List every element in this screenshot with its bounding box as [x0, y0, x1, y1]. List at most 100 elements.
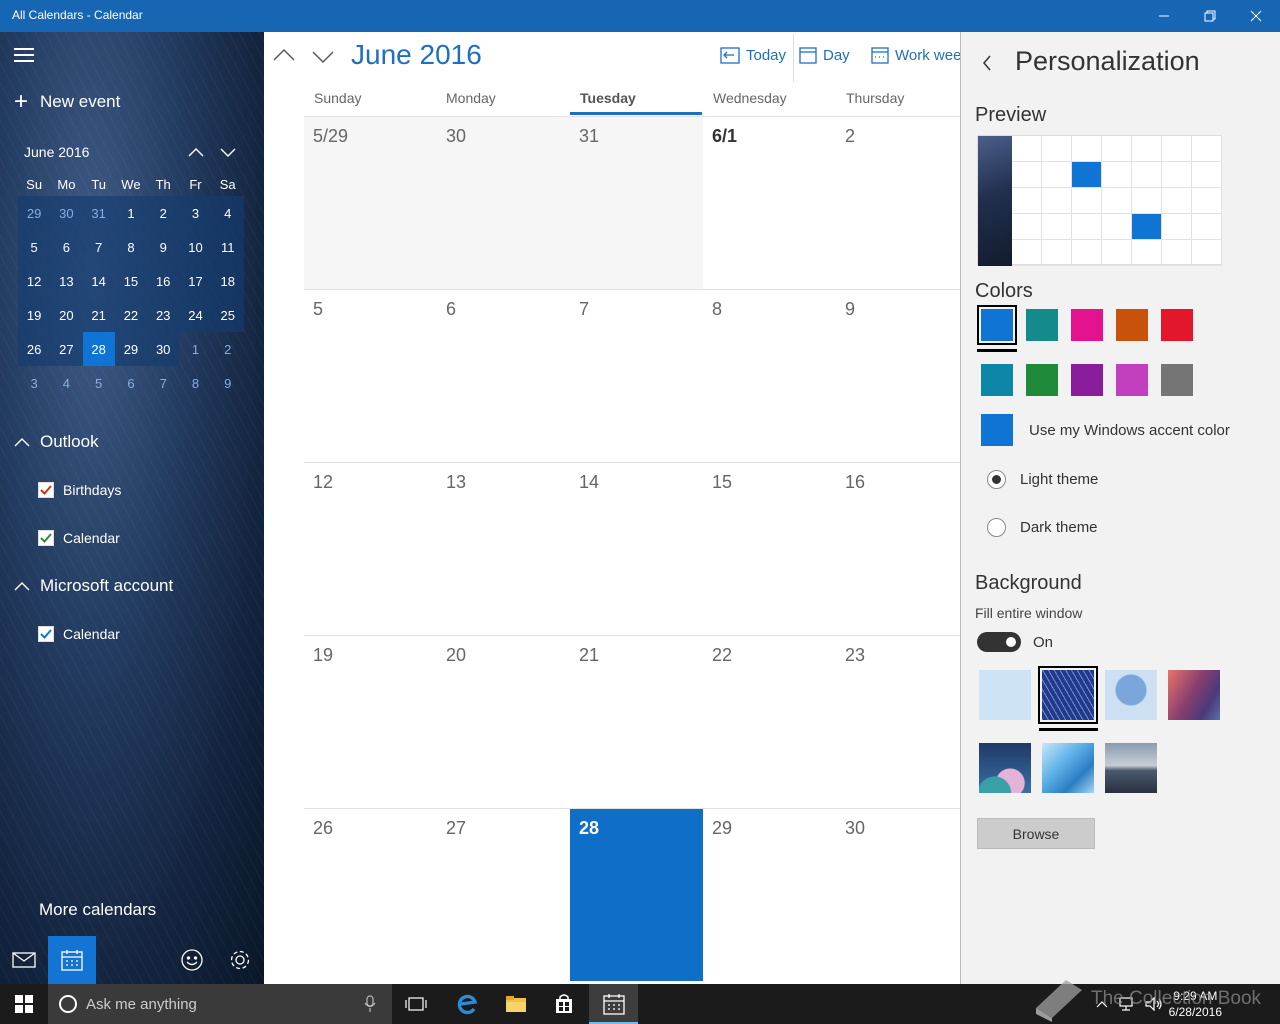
mini-day[interactable]: 30: [50, 196, 83, 230]
background-thumbnail[interactable]: [979, 743, 1031, 793]
month-title[interactable]: June 2016: [351, 39, 482, 71]
mini-day[interactable]: 5: [83, 366, 115, 400]
mini-day[interactable]: 19: [18, 298, 51, 332]
mini-day[interactable]: 17: [179, 264, 212, 298]
day-cell[interactable]: 27: [437, 809, 570, 981]
mini-day[interactable]: 21: [82, 298, 115, 332]
mail-button[interactable]: [0, 936, 48, 984]
mini-day[interactable]: 7: [82, 230, 115, 264]
mini-day[interactable]: 29: [114, 332, 148, 366]
day-cell[interactable]: 16: [836, 463, 960, 635]
day-cell[interactable]: 30: [836, 809, 960, 981]
mini-day[interactable]: 9: [147, 230, 180, 264]
mini-day[interactable]: 29: [18, 196, 51, 230]
prev-month-button[interactable]: [270, 44, 298, 68]
color-swatch[interactable]: [1071, 364, 1103, 396]
store-button[interactable]: [540, 984, 588, 1024]
color-swatch[interactable]: [1161, 309, 1193, 341]
day-cell[interactable]: 29: [703, 809, 836, 981]
day-cell[interactable]: 8: [703, 290, 836, 462]
day-cell[interactable]: 23: [836, 636, 960, 808]
day-cell[interactable]: 21: [570, 636, 703, 808]
day-cell[interactable]: 19: [304, 636, 437, 808]
file-explorer-button[interactable]: [492, 984, 540, 1024]
mini-calendar-title[interactable]: June 2016: [24, 144, 89, 160]
day-cell-today[interactable]: 28: [570, 809, 703, 981]
hamburger-menu-icon[interactable]: [14, 48, 34, 62]
day-cell[interactable]: 14: [570, 463, 703, 635]
background-thumbnail[interactable]: [1042, 743, 1094, 793]
background-thumbnail-selected[interactable]: [1038, 666, 1098, 724]
work-week-button[interactable]: Work week: [871, 46, 960, 64]
day-cell[interactable]: 15: [703, 463, 836, 635]
mini-day-selected[interactable]: 28: [82, 332, 115, 366]
calendar-button[interactable]: [48, 936, 96, 984]
edge-browser-button[interactable]: [443, 984, 491, 1024]
mini-day[interactable]: 13: [50, 264, 83, 298]
mini-day[interactable]: 9: [212, 366, 244, 400]
day-cell[interactable]: 9: [836, 290, 960, 462]
mini-day[interactable]: 12: [18, 264, 51, 298]
day-cell[interactable]: 6/1: [703, 117, 836, 289]
color-swatch[interactable]: [1116, 364, 1148, 396]
feedback-button[interactable]: [168, 936, 216, 984]
mini-day[interactable]: 16: [147, 264, 180, 298]
mini-day[interactable]: 14: [82, 264, 115, 298]
mini-day[interactable]: 23: [147, 298, 180, 332]
mini-day[interactable]: 8: [179, 366, 211, 400]
minimize-button[interactable]: [1141, 0, 1187, 32]
mini-day[interactable]: 11: [211, 230, 244, 264]
mini-day[interactable]: 1: [114, 196, 148, 230]
mini-day[interactable]: 30: [147, 332, 180, 366]
mini-day[interactable]: 20: [50, 298, 83, 332]
day-cell[interactable]: 26: [304, 809, 437, 981]
mini-next-month-button[interactable]: [217, 142, 239, 162]
mini-day[interactable]: 8: [114, 230, 148, 264]
dark-theme-radio[interactable]: Dark theme: [987, 518, 1098, 537]
mini-day[interactable]: 2: [147, 196, 180, 230]
mini-day[interactable]: 4: [211, 196, 244, 230]
mini-day[interactable]: 6: [115, 366, 147, 400]
fill-window-toggle[interactable]: On: [977, 632, 1053, 652]
next-month-button[interactable]: [309, 44, 337, 68]
color-swatch[interactable]: [981, 364, 1013, 396]
background-thumbnail[interactable]: [1105, 670, 1157, 720]
checkbox-checked-icon[interactable]: [38, 482, 54, 498]
checkbox-checked-icon[interactable]: [38, 530, 54, 546]
mini-day[interactable]: 24: [179, 298, 212, 332]
background-thumbnail[interactable]: [1168, 670, 1220, 720]
close-button[interactable]: [1233, 0, 1279, 32]
background-thumbnail[interactable]: [979, 670, 1031, 720]
mini-prev-month-button[interactable]: [185, 142, 207, 162]
today-button[interactable]: Today: [720, 46, 786, 64]
restore-button[interactable]: [1187, 0, 1233, 32]
mini-day[interactable]: 5: [18, 230, 51, 264]
day-cell[interactable]: 30: [437, 117, 570, 289]
mini-day[interactable]: 3: [18, 366, 50, 400]
mini-day[interactable]: 15: [114, 264, 148, 298]
search-box[interactable]: Ask me anything: [48, 984, 392, 1024]
calendar-item-calendar[interactable]: Calendar: [38, 626, 120, 642]
task-view-button[interactable]: [393, 984, 439, 1024]
day-cell[interactable]: 7: [570, 290, 703, 462]
start-button[interactable]: [0, 984, 48, 1024]
mini-day[interactable]: 6: [50, 230, 83, 264]
mini-day[interactable]: 18: [211, 264, 244, 298]
color-swatch[interactable]: [1026, 364, 1058, 396]
day-cell[interactable]: 5: [304, 290, 437, 462]
mini-day[interactable]: 7: [147, 366, 179, 400]
day-cell[interactable]: 31: [570, 117, 703, 289]
mini-day[interactable]: 10: [179, 230, 212, 264]
mini-day[interactable]: 1: [179, 332, 211, 366]
new-event-button[interactable]: + New event: [14, 90, 120, 114]
day-cell[interactable]: 2: [836, 117, 960, 289]
color-swatch[interactable]: [1026, 309, 1058, 341]
color-swatch-selected[interactable]: [977, 305, 1017, 345]
mini-day[interactable]: 25: [211, 298, 244, 332]
color-swatch[interactable]: [1116, 309, 1148, 341]
light-theme-radio[interactable]: Light theme: [987, 470, 1098, 489]
checkbox-checked-icon[interactable]: [38, 626, 54, 642]
mini-day[interactable]: 22: [114, 298, 148, 332]
accent-color-option[interactable]: Use my Windows accent color: [981, 414, 1230, 446]
more-calendars-link[interactable]: More calendars: [39, 900, 156, 920]
